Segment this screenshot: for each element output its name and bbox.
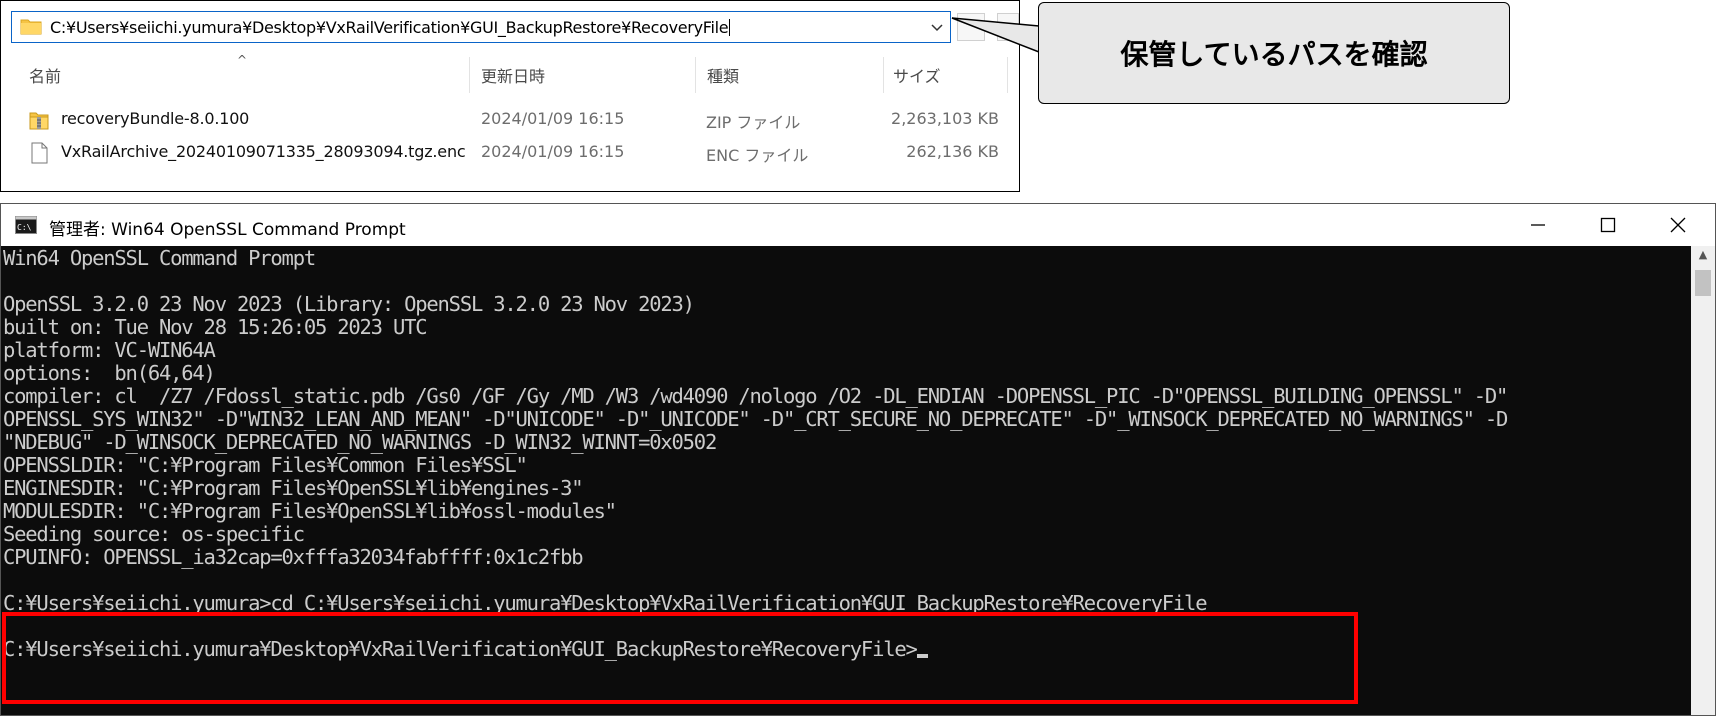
minimize-button[interactable]	[1503, 204, 1573, 246]
file-type: ZIP ファイル	[706, 113, 801, 132]
file-size: 262,136 KB	[906, 142, 999, 161]
file-name[interactable]: recoveryBundle-8.0.100	[61, 109, 249, 128]
console-prompt-line[interactable]: C:¥Users¥seiichi.yumura¥Desktop¥VxRailVe…	[3, 637, 928, 661]
column-divider[interactable]	[469, 57, 470, 93]
console-output[interactable]: Win64 OpenSSL Command Prompt OpenSSL 3.2…	[1, 246, 1691, 715]
column-header-size[interactable]: サイズ	[893, 63, 941, 87]
column-header-name[interactable]: 名前	[29, 63, 61, 87]
file-icon	[31, 142, 48, 164]
column-divider[interactable]	[883, 57, 884, 93]
callout-pointer	[951, 17, 1040, 54]
file-row[interactable]: VxRailArchive_20240109071335_28093094.tg…	[29, 138, 1009, 168]
address-path[interactable]: C:¥Users¥seiichi.yumura¥Desktop¥VxRailVe…	[50, 18, 731, 37]
file-type: ENC ファイル	[706, 146, 809, 165]
scrollbar-thumb[interactable]	[1695, 270, 1711, 296]
file-name[interactable]: VxRailArchive_20240109071335_28093094.tg…	[61, 142, 466, 161]
console-line: OPENSSL_SYS_WIN32" -D"WIN32_LEAN_AND_MEA…	[3, 407, 1508, 431]
window-title: 管理者: Win64 OpenSSL Command Prompt	[49, 220, 406, 240]
callout-text: 保管しているパスを確認	[1120, 38, 1428, 71]
minimize-icon	[1531, 224, 1545, 226]
file-explorer-panel: C:¥Users¥seiichi.yumura¥Desktop¥VxRailVe…	[0, 0, 1020, 192]
column-header-date[interactable]: 更新日時	[481, 63, 545, 87]
column-header-type[interactable]: 種類	[707, 63, 739, 87]
console-line: CPUINFO: OPENSSL_ia32cap=0xfffa32034fabf…	[3, 545, 584, 569]
close-icon	[1670, 217, 1686, 233]
sort-ascending-icon: ^	[237, 53, 248, 67]
console-line: OPENSSLDIR: "C:¥Program Files¥Common Fil…	[3, 453, 528, 477]
close-button[interactable]	[1643, 204, 1713, 246]
console-cursor	[916, 654, 928, 658]
file-date: 2024/01/09 16:15	[481, 109, 625, 128]
svg-text:C:\: C:\	[17, 223, 32, 232]
console-line: Win64 OpenSSL Command Prompt	[3, 246, 316, 270]
console-line: ENGINESDIR: "C:¥Program Files¥OpenSSL¥li…	[3, 476, 584, 500]
chevron-down-icon[interactable]	[928, 18, 946, 36]
console-line: MODULESDIR: "C:¥Program Files¥OpenSSL¥li…	[3, 499, 617, 523]
console-line: compiler: cl /Z7 /Fdossl_static.pdb /Gs0…	[3, 384, 1508, 408]
console-line: built on: Tue Nov 28 15:26:05 2023 UTC	[3, 315, 428, 339]
console-line: OpenSSL 3.2.0 23 Nov 2023 (Library: Open…	[3, 292, 695, 316]
vertical-scrollbar[interactable]: ▲	[1691, 246, 1715, 715]
title-bar[interactable]: C:\ 管理者: Win64 OpenSSL Command Prompt	[1, 204, 1715, 246]
console-prompt: C:¥Users¥seiichi.yumura¥Desktop¥VxRailVe…	[3, 637, 918, 661]
console-app-icon: C:\	[15, 216, 37, 234]
file-row[interactable]: recoveryBundle-8.0.100 2024/01/09 16:15 …	[29, 105, 1009, 135]
console-line: Seeding source: os-specific	[3, 522, 305, 546]
scroll-up-icon[interactable]: ▲	[1691, 248, 1715, 266]
folder-icon	[20, 19, 42, 35]
maximize-button[interactable]	[1573, 204, 1643, 246]
console-line: options: bn(64,64)	[3, 361, 216, 385]
maximize-icon	[1600, 217, 1616, 233]
console-line: "NDEBUG" -D_WINSOCK_DEPRECATED_NO_WARNIN…	[3, 430, 717, 454]
address-bar[interactable]: C:¥Users¥seiichi.yumura¥Desktop¥VxRailVe…	[11, 11, 951, 43]
console-line: platform: VC-WIN64A	[3, 338, 216, 362]
text-caret	[729, 19, 731, 36]
file-date: 2024/01/09 16:15	[481, 142, 625, 161]
callout-annotation: 保管しているパスを確認	[1038, 2, 1510, 104]
zip-folder-icon	[29, 112, 49, 130]
column-divider[interactable]	[695, 57, 696, 93]
command-prompt-window: C:\ 管理者: Win64 OpenSSL Command Prompt Wi…	[0, 203, 1716, 716]
file-size: 2,263,103 KB	[891, 109, 999, 128]
console-line: C:¥Users¥seiichi.yumura>cd C:¥Users¥seii…	[3, 591, 1208, 615]
